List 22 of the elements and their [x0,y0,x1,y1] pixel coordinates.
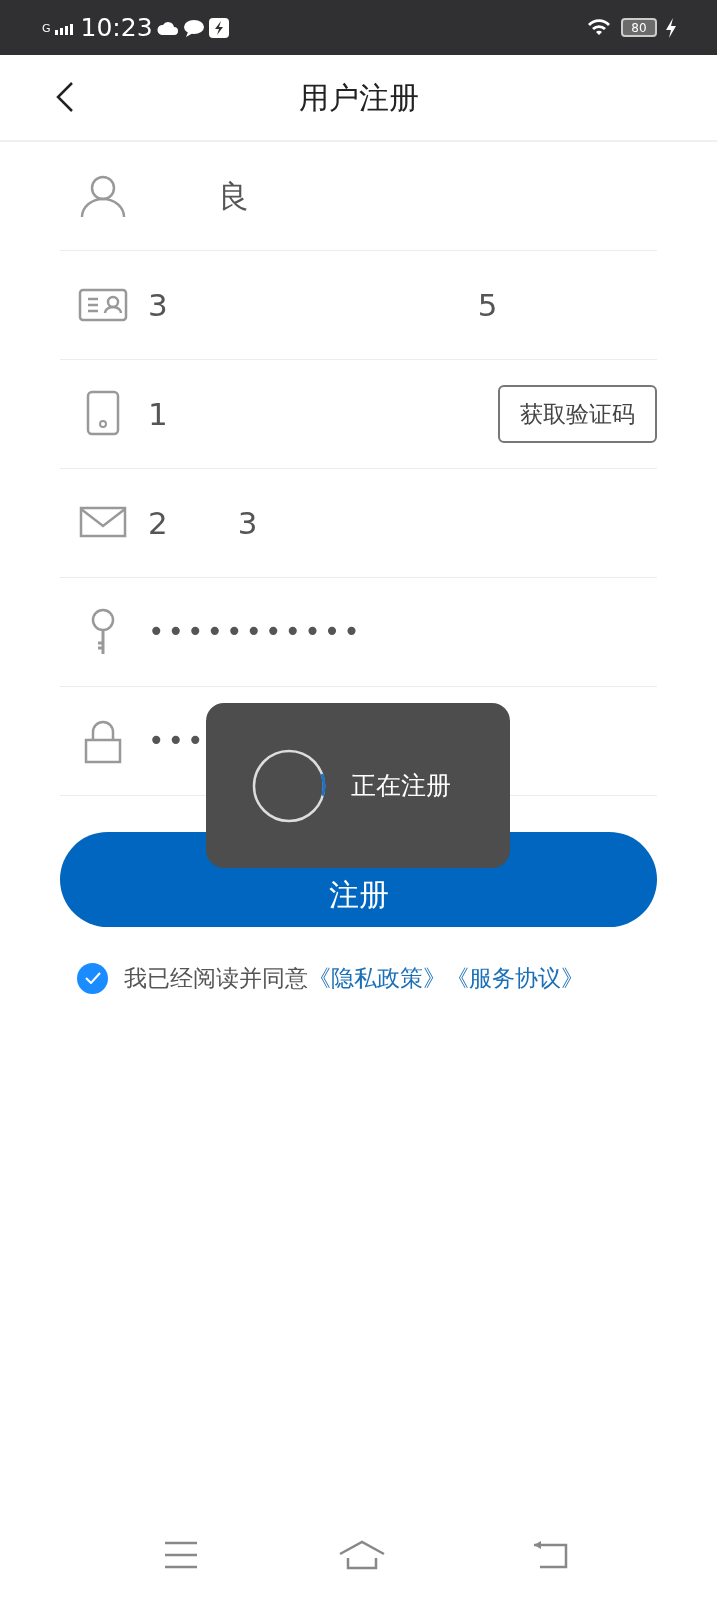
home-button[interactable] [338,1540,386,1570]
checkbox[interactable] [77,962,108,994]
input-field[interactable]: 3 5 [148,251,657,359]
clock: 10:23 [80,11,153,44]
policy-link[interactable]: 《隐私政策》 [308,965,446,991]
wifi-icon [587,17,613,38]
network-label: G [42,20,51,37]
chat-icon [182,18,205,37]
input-field[interactable]: 2 3 [148,469,657,577]
policy-link[interactable]: 《服务协议》 [446,965,584,991]
battery-icon: 80 [621,18,657,37]
checkmark-icon [84,972,101,985]
menu-button[interactable] [163,1540,199,1570]
input-field[interactable]: ••••••••••• [148,578,657,686]
agreement-text: 我已经阅读并同意《隐私政策》《服务协议》 [124,964,584,993]
back-nav-button[interactable] [532,1540,568,1570]
get-code-button[interactable]: 获取验证码 [498,384,657,444]
bolt-app-icon [208,17,229,38]
page-title: 用户注册 [298,79,419,117]
input-field[interactable]: 良 [148,142,657,250]
toast-text: 正在注册 [351,769,451,802]
input-field[interactable]: 1 [148,360,498,468]
